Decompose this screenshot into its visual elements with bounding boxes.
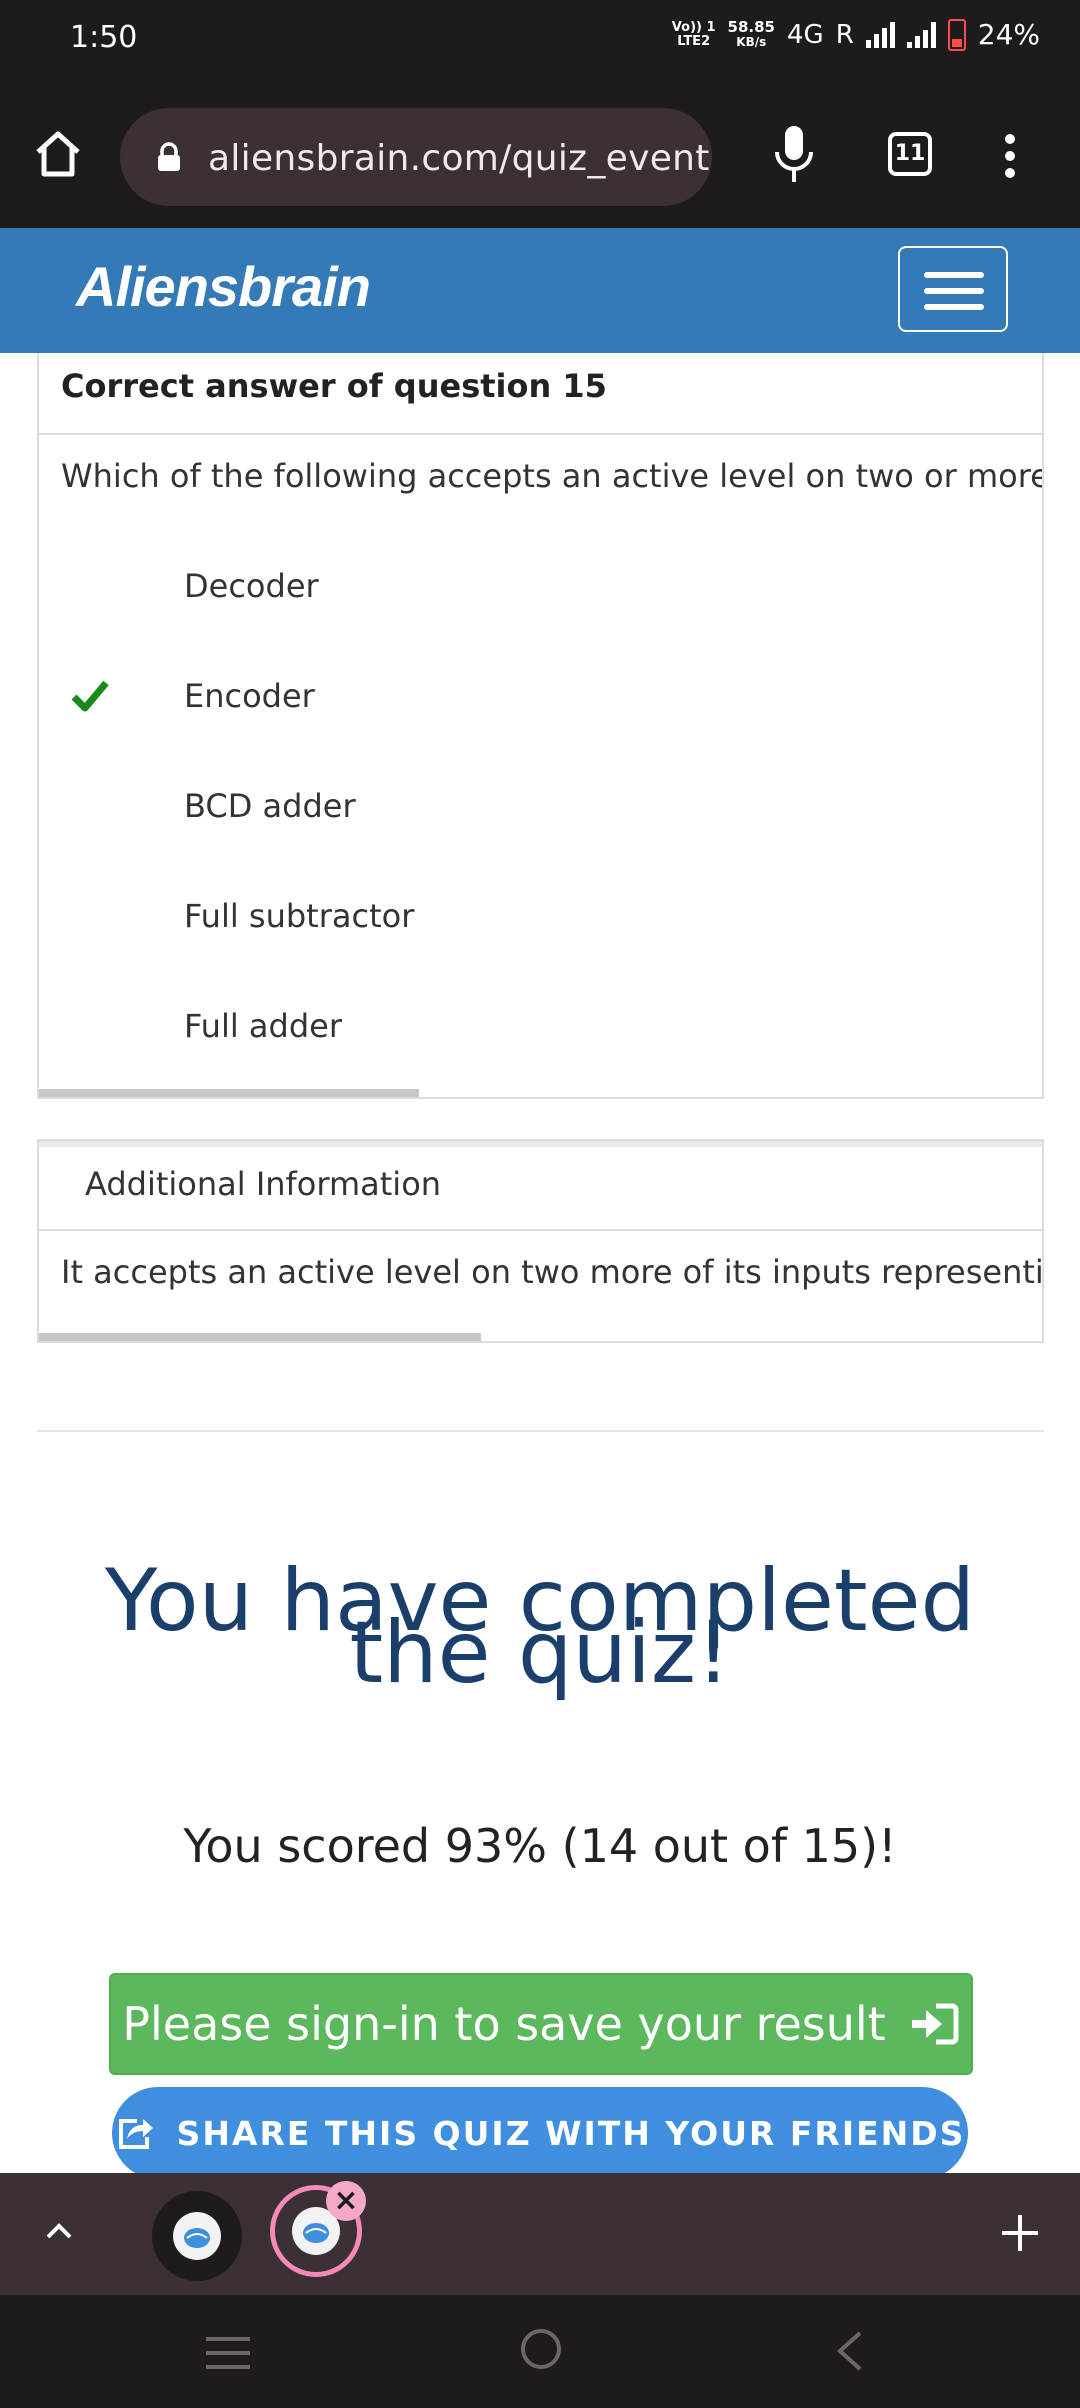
- share-quiz-button[interactable]: SHARE THIS QUIZ WITH YOUR FRIENDS: [112, 2087, 968, 2173]
- menu-toggle-button[interactable]: [898, 246, 1008, 332]
- close-tab-icon[interactable]: ×: [326, 2181, 366, 2221]
- option-item: Full adder: [184, 1007, 342, 1045]
- volte-line2: LTE2: [677, 33, 711, 49]
- signin-button-label: Please sign-in to save your result: [122, 1997, 886, 2051]
- section-divider: [37, 1430, 1044, 1432]
- new-tab-icon[interactable]: [996, 2209, 1044, 2257]
- recent-apps-icon[interactable]: [204, 2335, 252, 2371]
- home-icon[interactable]: [32, 128, 84, 180]
- question-card: Correct answer of question 15 Which of t…: [37, 353, 1044, 1099]
- share-icon: [118, 2119, 153, 2149]
- option-item-correct: Encoder: [184, 677, 315, 715]
- question-text: Which of the following accepts an active…: [61, 457, 1044, 495]
- lock-icon: [158, 142, 180, 171]
- signal-icon-2: [906, 21, 936, 48]
- network-speed: 58.85 KB/s: [727, 17, 775, 50]
- battery-icon: [947, 18, 966, 51]
- tab-strip: ×: [0, 2173, 1080, 2295]
- question-title: Correct answer of question 15: [61, 367, 607, 405]
- network-speed-value: 58.85: [727, 17, 775, 36]
- option-item: BCD adder: [184, 787, 356, 825]
- chevron-up-icon[interactable]: [42, 2217, 76, 2247]
- address-bar[interactable]: aliensbrain.com/quiz_event: [120, 108, 712, 206]
- main-content: Correct answer of question 15 Which of t…: [0, 353, 1080, 2173]
- home-nav-icon[interactable]: [521, 2329, 561, 2369]
- tab-switcher-button[interactable]: 11: [888, 132, 932, 176]
- more-options-icon[interactable]: [1000, 134, 1020, 178]
- status-indicators: Vo)) 1 LTE2 58.85 KB/s 4G R 24%: [672, 18, 1040, 51]
- browser-toolbar: aliensbrain.com/quiz_event 11: [0, 80, 1080, 228]
- site-header: Aliensbrain: [0, 228, 1080, 353]
- url-text[interactable]: aliensbrain.com/quiz_event: [208, 138, 710, 179]
- completion-title: You have completed the quiz!: [104, 1551, 976, 1703]
- divider: [39, 433, 1042, 435]
- microphone-icon[interactable]: [772, 124, 816, 184]
- volte-indicator: Vo)) 1 LTE2: [671, 19, 716, 49]
- network-type: 4G: [786, 19, 824, 50]
- additional-info-card: Additional Information It accepts an act…: [37, 1139, 1044, 1343]
- hamburger-line: [924, 304, 984, 310]
- volte-line1: Vo)) 1: [671, 19, 716, 35]
- battery-percent: 24%: [977, 18, 1040, 51]
- share-button-label: SHARE THIS QUIZ WITH YOUR FRIENDS: [176, 2113, 966, 2153]
- roaming-indicator: R: [835, 19, 854, 50]
- hamburger-line: [924, 288, 984, 294]
- check-icon: [71, 680, 109, 712]
- status-bar: 1:50 Vo)) 1 LTE2 58.85 KB/s 4G R 24%: [0, 0, 1080, 80]
- navigation-bar: [0, 2295, 1080, 2408]
- brain-icon: [173, 2212, 221, 2260]
- score-text: You scored 93% (14 out of 15)!: [183, 1819, 897, 1873]
- additional-info-title: Additional Information: [85, 1165, 442, 1203]
- option-item: Decoder: [184, 567, 319, 605]
- hamburger-line: [924, 272, 984, 278]
- back-icon[interactable]: [830, 2329, 870, 2373]
- horizontal-scrollbar[interactable]: [39, 1333, 481, 1341]
- tab-thumbnail[interactable]: [152, 2191, 242, 2281]
- site-logo[interactable]: Aliensbrain: [76, 254, 371, 319]
- horizontal-scrollbar[interactable]: [39, 1089, 419, 1097]
- signin-button[interactable]: Please sign-in to save your result: [109, 1973, 973, 2075]
- network-speed-unit: KB/s: [736, 34, 767, 49]
- status-time: 1:50: [70, 20, 138, 55]
- additional-info-text: It accepts an active level on two more o…: [61, 1253, 1044, 1291]
- sign-in-icon: [911, 2003, 959, 2045]
- option-item: Full subtractor: [184, 897, 415, 935]
- divider: [39, 1229, 1042, 1231]
- signal-icon: [865, 21, 895, 48]
